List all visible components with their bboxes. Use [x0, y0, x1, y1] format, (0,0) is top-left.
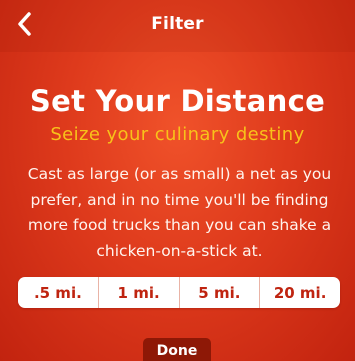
distance-option-5-miles[interactable]: 5 mi.	[180, 277, 261, 308]
distance-selector: .5 mi. 1 mi. 5 mi. 20 mi.	[18, 277, 340, 308]
distance-option-20-miles[interactable]: 20 mi.	[260, 277, 340, 308]
page-heading: Set Your Distance	[29, 84, 326, 118]
tagline: Seize your culinary destiny	[50, 124, 305, 145]
done-button[interactable]: Done	[143, 338, 211, 361]
description-text: Cast as large (or as small) a net as you…	[27, 165, 332, 260]
distance-option-half-mile[interactable]: .5 mi.	[18, 277, 99, 308]
nav-bar: Filter	[0, 0, 355, 52]
nav-title: Filter	[151, 14, 204, 34]
distance-option-1-mile[interactable]: 1 mi.	[99, 277, 180, 308]
